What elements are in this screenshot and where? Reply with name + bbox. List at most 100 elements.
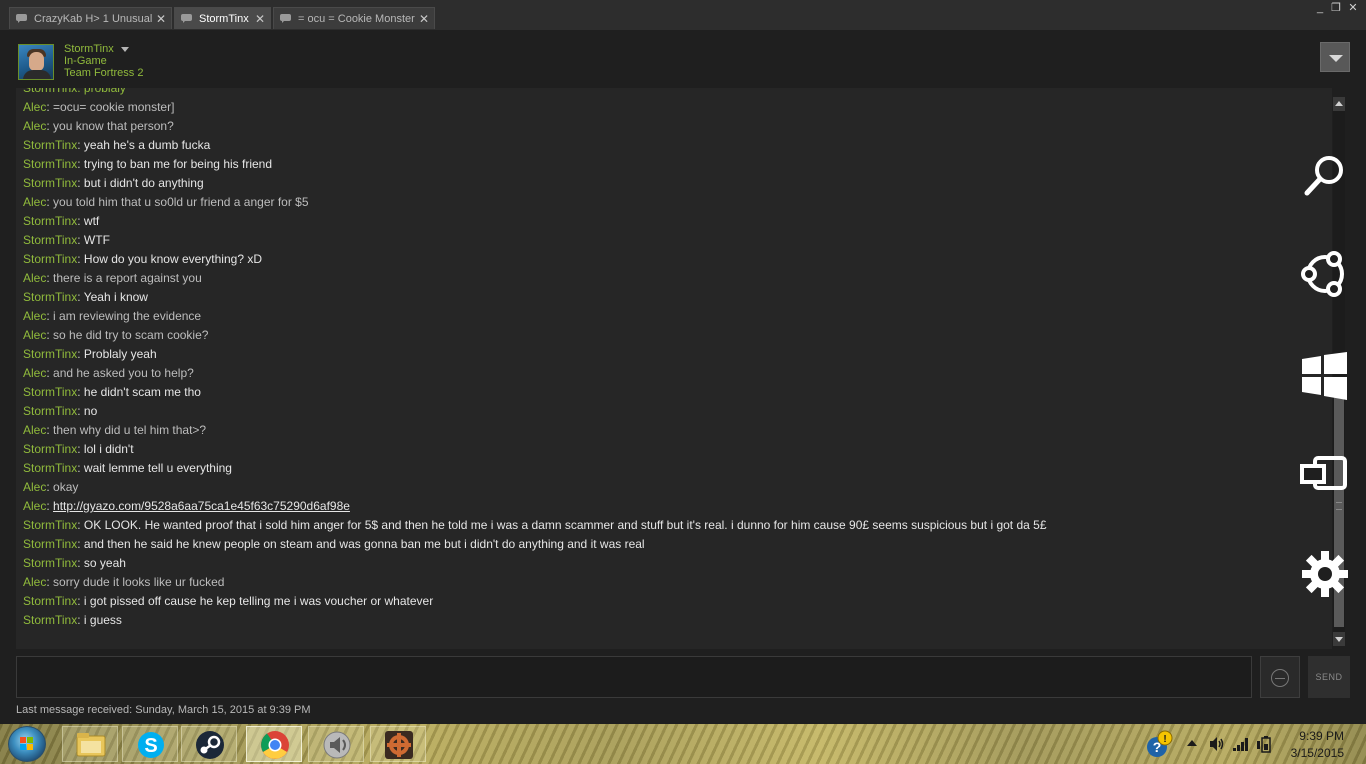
message-sender[interactable]: Alec bbox=[23, 100, 46, 114]
close-window-button[interactable]: ✕ bbox=[1346, 2, 1360, 14]
devices-icon[interactable] bbox=[1299, 448, 1351, 500]
message-text: but i didn't do anything bbox=[83, 176, 204, 190]
windows-logo-icon bbox=[20, 737, 34, 751]
message-sender[interactable]: Alec bbox=[23, 195, 46, 209]
message-sender[interactable]: Alec bbox=[23, 309, 46, 323]
message-text: yeah he's a dumb fucka bbox=[83, 138, 211, 152]
action-center-warning-icon[interactable]: ? ! bbox=[1143, 730, 1177, 760]
message-text: i am reviewing the evidence bbox=[53, 309, 202, 323]
network-signal-icon[interactable] bbox=[1232, 736, 1250, 752]
message-text: he didn't scam me tho bbox=[83, 385, 201, 399]
close-icon[interactable]: ✕ bbox=[253, 12, 267, 26]
svg-text:S: S bbox=[144, 735, 157, 757]
scroll-up-arrow-icon[interactable] bbox=[1333, 97, 1345, 111]
message-sender[interactable]: StormTinx bbox=[23, 385, 77, 399]
message-sender[interactable]: StormTinx bbox=[23, 594, 77, 608]
send-button[interactable]: SEND bbox=[1308, 656, 1350, 698]
message-sender[interactable]: Alec bbox=[23, 575, 46, 589]
chat-message-input[interactable] bbox=[16, 656, 1252, 698]
message-text: so he did try to scam cookie? bbox=[53, 328, 209, 342]
message-sender[interactable]: StormTinx bbox=[23, 461, 77, 475]
share-icon[interactable] bbox=[1299, 248, 1351, 300]
message-sender[interactable]: StormTinx bbox=[23, 537, 77, 551]
message-text: Problaly yeah bbox=[83, 347, 157, 361]
message-sender[interactable]: StormTinx bbox=[23, 214, 77, 228]
start-icon[interactable] bbox=[1299, 350, 1351, 402]
friend-name[interactable]: StormTinx bbox=[64, 43, 114, 55]
message-sender[interactable]: StormTinx bbox=[23, 157, 77, 171]
taskbar-audio-app[interactable] bbox=[308, 726, 364, 762]
chat-message: StormTinx: wait lemme tell u everything bbox=[23, 461, 232, 475]
close-icon[interactable]: ✕ bbox=[154, 12, 168, 26]
friend-header: StormTinx In-Game Team Fortress 2 bbox=[0, 30, 1366, 88]
start-button[interactable] bbox=[8, 726, 46, 762]
last-message-timestamp: Last message received: Sunday, March 15,… bbox=[16, 704, 311, 716]
taskbar-skype[interactable]: S bbox=[122, 726, 178, 762]
message-text: no bbox=[83, 404, 98, 418]
emoticon-button[interactable] bbox=[1260, 656, 1300, 698]
message-text: wtf bbox=[83, 214, 100, 228]
chat-message: StormTinx: no bbox=[23, 404, 98, 418]
tab-label: CrazyKab H> 1 Unusual bbox=[34, 12, 153, 25]
message-sender[interactable]: Alec bbox=[23, 328, 46, 342]
taskbar-chrome[interactable] bbox=[246, 726, 302, 762]
message-sender[interactable]: StormTinx bbox=[23, 347, 77, 361]
message-sender[interactable]: StormTinx bbox=[23, 556, 77, 570]
message-text: sorry dude it looks like ur fucked bbox=[53, 575, 225, 589]
chat-message: StormTinx: WTF bbox=[23, 233, 110, 247]
tab-cookie-monster[interactable]: = ocu = Cookie Monster ✕ bbox=[273, 7, 435, 29]
chat-message: Alec: then why did u tel him that>? bbox=[23, 423, 207, 437]
message-link[interactable]: http://gyazo.com/9528a6aa75ca1e45f63c752… bbox=[53, 499, 350, 513]
message-sender[interactable]: StormTinx bbox=[23, 518, 77, 532]
avatar[interactable] bbox=[18, 44, 54, 80]
chat-message: Alec: there is a report against you bbox=[23, 271, 202, 285]
message-text: WTF bbox=[83, 233, 110, 247]
message-sender[interactable]: Alec bbox=[23, 119, 46, 133]
message-sender[interactable]: StormTinx bbox=[23, 442, 77, 456]
taskbar-tf2[interactable] bbox=[370, 726, 426, 762]
message-text: trying to ban me for being his friend bbox=[83, 157, 273, 171]
chat-message: StormTinx: yeah he's a dumb fucka bbox=[23, 138, 211, 152]
message-sender[interactable]: StormTinx bbox=[23, 290, 77, 304]
taskbar-clock-time[interactable]: 9:39 PM bbox=[1288, 729, 1344, 743]
chat-tab-bar: CrazyKab H> 1 Unusual ✕ StormTinx ✕ = oc… bbox=[0, 0, 1366, 30]
taskbar-steam[interactable] bbox=[181, 726, 237, 762]
chat-message: Alec: you know that person? bbox=[23, 119, 174, 133]
volume-icon[interactable] bbox=[1208, 736, 1226, 752]
chat-message: StormTinx: but i didn't do anything bbox=[23, 176, 204, 190]
message-sender[interactable]: StormTinx bbox=[23, 252, 77, 266]
chevron-down-icon[interactable] bbox=[121, 47, 129, 52]
tab-crazykab[interactable]: CrazyKab H> 1 Unusual ✕ bbox=[9, 7, 172, 29]
settings-icon[interactable] bbox=[1299, 548, 1351, 600]
search-icon[interactable] bbox=[1299, 150, 1351, 202]
message-text: okay bbox=[53, 480, 79, 494]
chrome-icon bbox=[261, 731, 289, 759]
message-sender[interactable]: StormTinx bbox=[23, 613, 77, 627]
message-text: so yeah bbox=[83, 556, 126, 570]
message-sender[interactable]: Alec bbox=[23, 366, 46, 380]
message-sender[interactable]: Alec bbox=[23, 499, 46, 513]
battery-icon[interactable] bbox=[1256, 735, 1274, 753]
message-sender[interactable]: StormTinx bbox=[23, 404, 77, 418]
message-sender[interactable]: StormTinx bbox=[23, 233, 77, 247]
scroll-down-arrow-icon[interactable] bbox=[1333, 632, 1345, 646]
chat-message: Alec: okay bbox=[23, 480, 79, 494]
maximize-button[interactable]: ❐ bbox=[1329, 2, 1343, 14]
message-sender[interactable]: StormTinx bbox=[23, 138, 77, 152]
close-icon[interactable]: ✕ bbox=[417, 12, 431, 26]
message-sender[interactable]: StormTinx bbox=[23, 176, 77, 190]
taskbar-clock-date[interactable]: 3/15/2015 bbox=[1280, 746, 1344, 760]
minimize-button[interactable]: _ bbox=[1313, 2, 1327, 14]
chat-message-partial: StormTinx: problaly bbox=[23, 88, 126, 95]
chat-bubble-icon bbox=[280, 13, 292, 24]
chat-options-dropdown[interactable] bbox=[1320, 42, 1350, 72]
chat-message: StormTinx: wtf bbox=[23, 214, 100, 228]
message-sender[interactable]: Alec bbox=[23, 480, 46, 494]
tab-stormtinx[interactable]: StormTinx ✕ bbox=[174, 7, 271, 29]
message-sender[interactable]: Alec bbox=[23, 271, 46, 285]
taskbar-file-explorer[interactable] bbox=[62, 726, 118, 762]
chat-message: StormTinx: and then he said he knew peop… bbox=[23, 537, 645, 551]
message-sender[interactable]: Alec bbox=[23, 423, 46, 437]
speaker-app-icon bbox=[323, 731, 351, 759]
show-hidden-icons-icon[interactable] bbox=[1186, 738, 1198, 748]
